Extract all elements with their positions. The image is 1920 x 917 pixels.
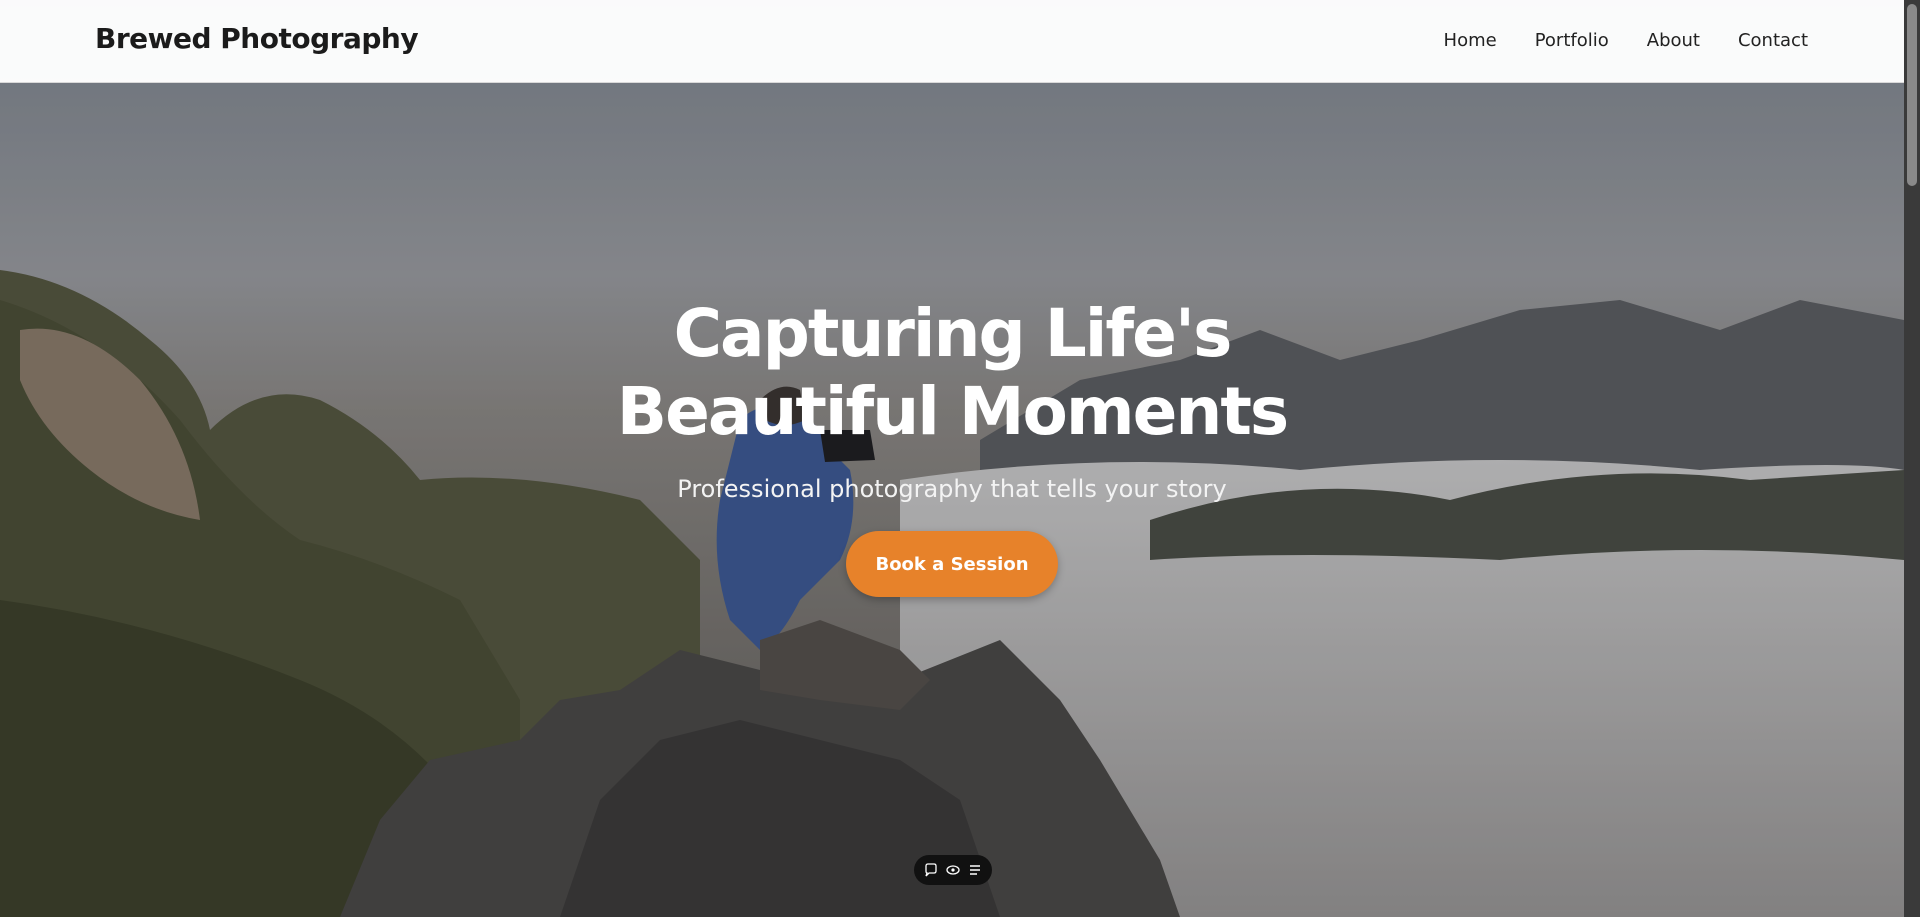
hero-subtitle: Professional photography that tells your…	[677, 475, 1227, 503]
floating-toolbar	[914, 855, 992, 885]
main-nav: Home Portfolio About Contact	[1444, 30, 1808, 51]
chat-icon[interactable]	[923, 862, 939, 878]
hero-content: Capturing Life's Beautiful Moments Profe…	[0, 295, 1904, 597]
nav-link-about[interactable]: About	[1647, 30, 1700, 51]
nav-link-contact[interactable]: Contact	[1738, 30, 1808, 51]
menu-icon[interactable]	[967, 862, 983, 878]
hero-section: Capturing Life's Beautiful Moments Profe…	[0, 0, 1904, 917]
scrollbar-thumb[interactable]	[1907, 4, 1917, 186]
eye-icon[interactable]	[945, 862, 961, 878]
page-scrollbar[interactable]	[1904, 0, 1920, 917]
nav-link-home[interactable]: Home	[1444, 30, 1497, 51]
brand-logo[interactable]: Brewed Photography	[95, 22, 419, 55]
hero-title-line1: Capturing Life's	[673, 295, 1233, 372]
page: Capturing Life's Beautiful Moments Profe…	[0, 0, 1920, 917]
book-session-button[interactable]: Book a Session	[846, 531, 1058, 597]
hero-title: Capturing Life's Beautiful Moments	[0, 295, 1904, 451]
hero-title-line2: Beautiful Moments	[616, 373, 1289, 450]
navbar: Brewed Photography Home Portfolio About …	[0, 0, 1904, 83]
nav-link-portfolio[interactable]: Portfolio	[1535, 30, 1609, 51]
